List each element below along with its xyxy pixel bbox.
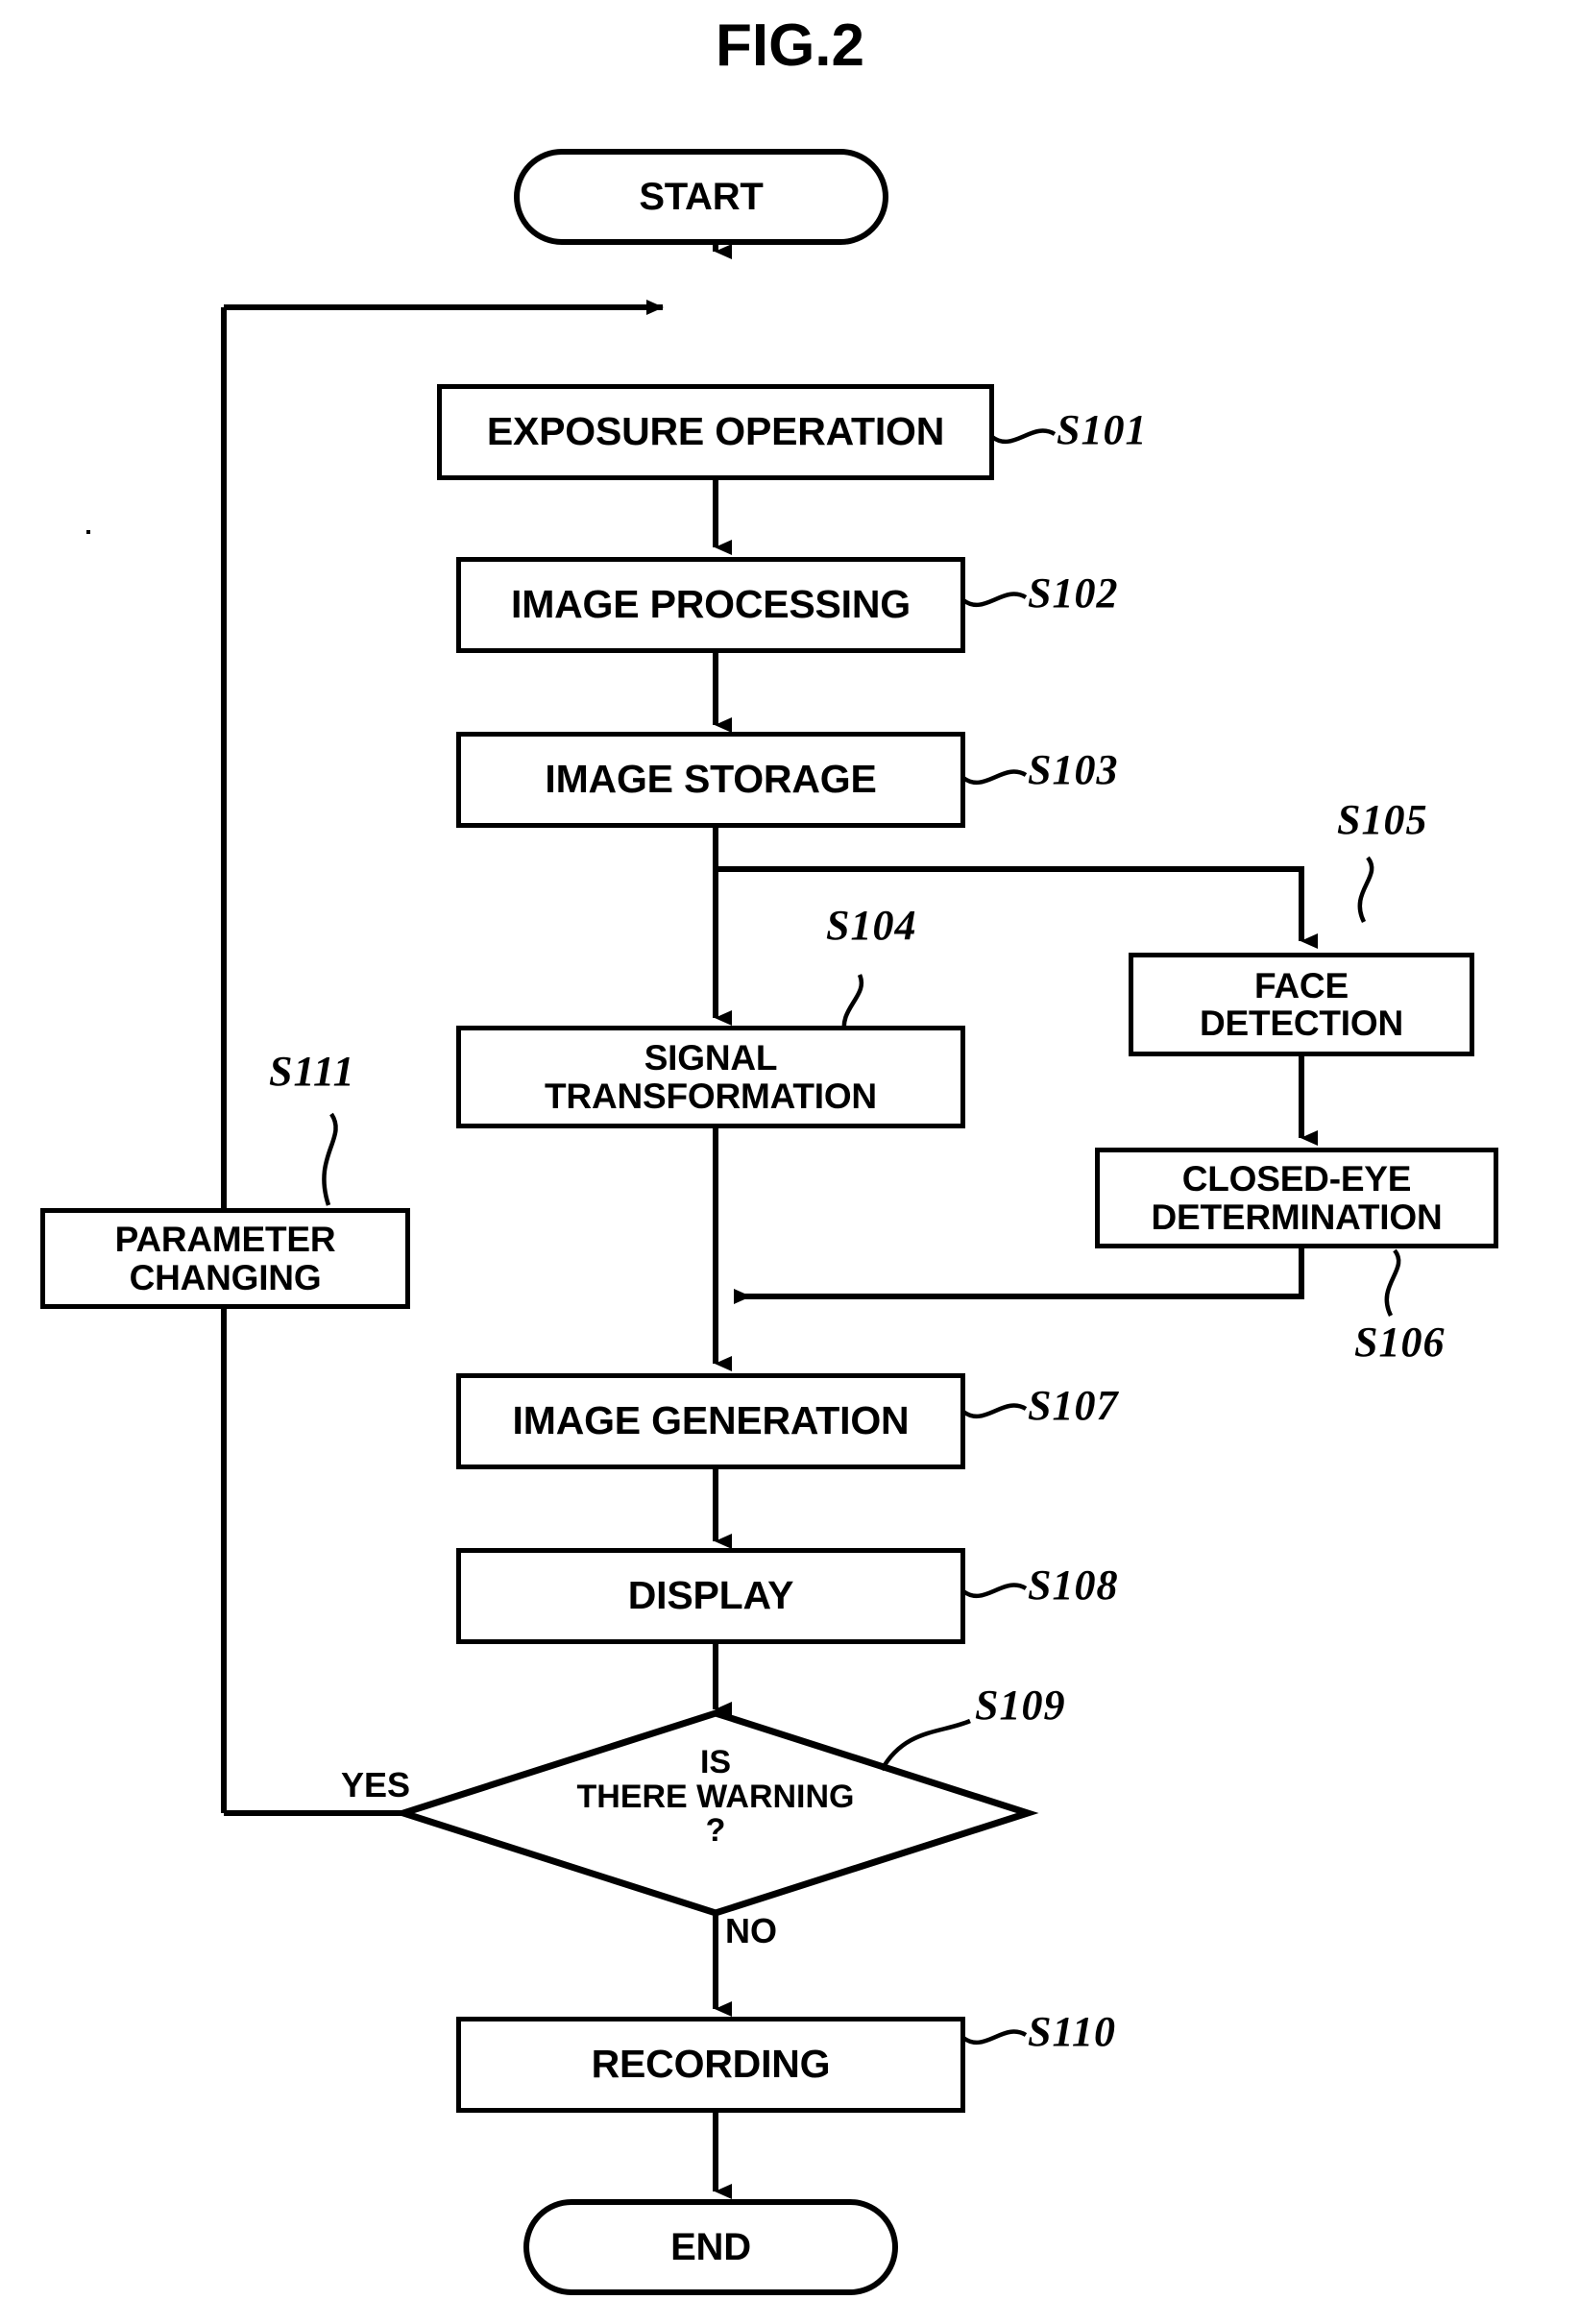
node-closed-eye-determination[interactable]: CLOSED-EYE DETERMINATION — [1095, 1148, 1498, 1248]
node-warning-decision-label: IS THERE WARNING ? — [576, 1744, 855, 1850]
node-face-detection[interactable]: FACE DETECTION — [1129, 953, 1474, 1056]
step-label-s104: S104 — [826, 902, 917, 949]
branch-label-no: NO — [725, 1911, 777, 1950]
node-end-label: END — [670, 2225, 751, 2268]
node-closed-eye-determination-label: CLOSED-EYE DETERMINATION — [1151, 1159, 1443, 1237]
branch-label-yes: YES — [341, 1765, 411, 1804]
step-label-s111: S111 — [269, 1048, 355, 1095]
leader-s108 — [961, 1583, 1028, 1599]
step-label-s109: S109 — [975, 1682, 1066, 1729]
step-label-s107: S107 — [1028, 1382, 1119, 1429]
node-face-detection-label: FACE DETECTION — [1200, 965, 1403, 1043]
leader-s103 — [961, 769, 1028, 786]
node-start-label: START — [639, 175, 764, 218]
node-exposure-operation[interactable]: EXPOSURE OPERATION — [437, 384, 994, 480]
node-signal-transformation-label: SIGNAL TRANSFORMATION — [545, 1038, 877, 1116]
merge-s106-to-trunk — [734, 1248, 1304, 1304]
leader-s105 — [1357, 856, 1374, 924]
node-end[interactable]: END — [523, 2199, 898, 2295]
node-image-processing-label: IMAGE PROCESSING — [511, 582, 911, 627]
step-label-s108: S108 — [1028, 1561, 1119, 1609]
branch-to-face-detection — [716, 866, 1318, 949]
node-image-generation[interactable]: IMAGE GENERATION — [456, 1373, 965, 1469]
leader-s111 — [322, 1112, 338, 1206]
node-display[interactable]: DISPLAY — [456, 1548, 965, 1644]
leader-s107 — [961, 1403, 1028, 1419]
step-label-s103: S103 — [1028, 746, 1119, 793]
step-label-s101: S101 — [1057, 406, 1148, 453]
leader-s106 — [1384, 1248, 1401, 1318]
leader-s102 — [961, 592, 1028, 608]
step-label-s110: S110 — [1028, 2008, 1117, 2055]
step-label-s106: S106 — [1354, 1319, 1446, 1366]
step-label-s102: S102 — [1028, 569, 1119, 617]
node-parameter-changing[interactable]: PARAMETER CHANGING — [40, 1208, 410, 1309]
node-display-label: DISPLAY — [627, 1573, 794, 1618]
node-recording-label: RECORDING — [591, 2042, 831, 2087]
node-image-storage-label: IMAGE STORAGE — [545, 757, 877, 802]
leader-s110 — [961, 2029, 1028, 2046]
node-image-processing[interactable]: IMAGE PROCESSING — [456, 557, 965, 653]
node-recording[interactable]: RECORDING — [456, 2017, 965, 2113]
leader-s101 — [990, 428, 1057, 445]
node-signal-transformation[interactable]: SIGNAL TRANSFORMATION — [456, 1026, 965, 1128]
scan-artifact-speck — [86, 530, 90, 534]
node-parameter-changing-label: PARAMETER CHANGING — [114, 1220, 336, 1297]
node-image-generation-label: IMAGE GENERATION — [512, 1398, 910, 1443]
step-label-s105: S105 — [1337, 796, 1428, 843]
figure-canvas: FIG.2 START EXPOSURE OPERATION IMAGE PRO… — [0, 0, 1580, 2324]
node-start[interactable]: START — [514, 149, 888, 245]
node-image-storage[interactable]: IMAGE STORAGE — [456, 732, 965, 828]
node-exposure-operation-label: EXPOSURE OPERATION — [486, 409, 945, 454]
